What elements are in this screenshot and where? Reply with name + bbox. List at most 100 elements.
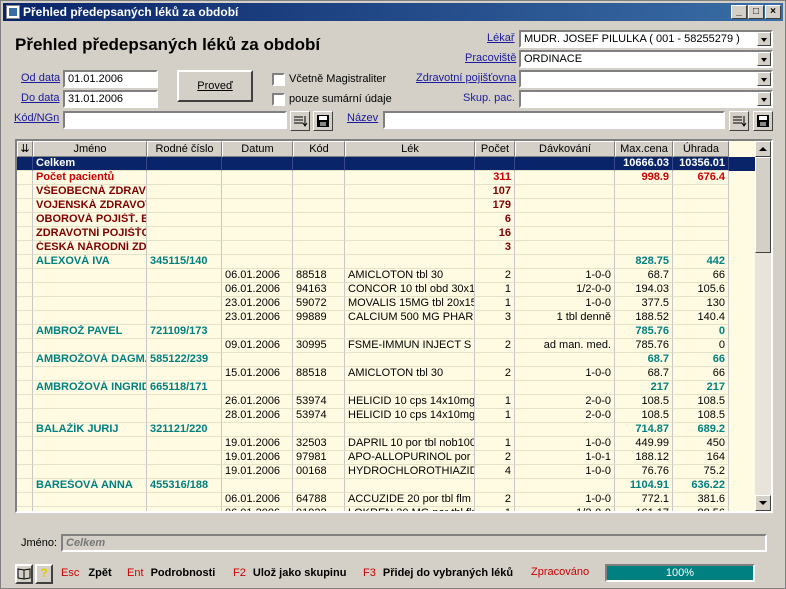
table-row[interactable]: AMBROŽ PAVEL 721109/173 785.76 0 [17,325,757,339]
vertical-scrollbar[interactable] [755,141,771,511]
jmeno-label: Jméno: [21,537,58,549]
cell-uhrada: 450 [673,437,729,451]
cell-jmeno: Počet pacientů [33,171,147,185]
summary-only-checkbox[interactable] [272,93,285,106]
chevron-down-icon[interactable] [757,72,771,86]
chevron-down-icon[interactable] [757,92,771,106]
scroll-thumb[interactable] [755,157,771,253]
table-row[interactable]: 23.01.200699889CALCIUM 500 MG PHARMA31 t… [17,311,757,325]
column-header-lek[interactable]: Lék [345,141,475,157]
f3-key: F3 [363,567,376,579]
table-row[interactable]: 06.01.2006 88518 AMICLOTON tbl 30 2 1-0-0 68.… [17,269,757,283]
chevron-down-icon[interactable] [757,52,771,66]
table-row[interactable]: BALAŽÍK JURIJ 321121/220 714.87 689.2 [17,423,757,437]
esc-shortcut[interactable]: Esc Zpět [61,564,112,584]
close-button[interactable]: × [765,5,781,19]
table-row[interactable]: ZDRAVOTNÍ POJIŠŤOVNA 16 [17,227,757,241]
kod-save-button[interactable] [313,111,333,131]
help-button[interactable]: ? [35,564,53,584]
column-header-uhrada[interactable]: Úhrada [673,141,729,157]
column-header-datum[interactable]: Datum [222,141,293,157]
maximize-button[interactable]: □ [748,5,764,19]
nazev-input[interactable] [383,111,725,129]
cell-pocet: 1 [475,297,515,311]
table-row[interactable]: VŠEOBECNÁ ZDRAVOTNÍ 107 [17,185,757,199]
table-row[interactable]: BAREŠOVÁ ANNA 455316/188 1104.91 636.22 [17,479,757,493]
column-header-jmeno[interactable]: Jméno [33,141,147,157]
column-header-rodne-cislo[interactable]: Rodné číslo [147,141,222,157]
f2-shortcut[interactable]: F2 Ulož jako skupinu [233,564,346,584]
nazev-list-button[interactable] [729,111,749,131]
cell-jmeno [33,409,147,423]
cell-jmeno [33,465,147,479]
pracoviste-select[interactable]: ORDINACE [519,50,773,68]
cell-davkovani: ad man. med. [515,339,615,353]
table-row[interactable]: 23.01.2006 59072 MOVALIS 15MG tbl 20x15 1 1-… [17,297,757,311]
table-row[interactable]: 19.01.2006 97981 APO-ALLOPURINOL por tbl 2 1… [17,451,757,465]
kod-list-button[interactable] [290,111,310,131]
cell-max-cena: 68.7 [615,367,673,381]
f3-shortcut[interactable]: F3 Přidej do vybraných léků [363,564,513,584]
table-row[interactable]: 26.01.2006 53974 HELICID 10 cps 14x10mg 1 2-… [17,395,757,409]
skup-select[interactable] [519,90,773,108]
drug-grid[interactable]: ⇊ Jméno Rodné číslo Datum Kód Lék Počet Dávková… [15,139,773,513]
book-button[interactable] [15,564,33,584]
do-data-input[interactable]: 31.01.2006 [63,90,158,108]
cell-pocet: 3 [475,311,515,325]
cell-davkovani [515,325,615,339]
kod-input[interactable] [63,111,287,129]
lekar-label: Lékař [487,32,515,44]
table-row[interactable]: AMBROŽOVÁ INGRID 665118/171 217 217 [17,381,757,395]
magistraliter-checkbox[interactable] [272,73,285,86]
lekar-select[interactable]: MUDR. JOSEF PILULKA ( 001 - 58255279 ) [519,30,773,48]
table-row[interactable]: Celkem 10666.03 10356.01 [17,157,757,171]
table-row[interactable]: AMBROŽOVÁ DAGMAR585122/239 68.766 [17,353,757,367]
proved-button[interactable]: Proveď [177,70,253,102]
cell-lek: ACCUZIDE 20 por tbl flm 30 [345,493,475,507]
row-indicator [17,353,33,367]
cell-davkovani: 1-0-0 [515,269,615,283]
table-row[interactable]: 19.01.2006 32503 DAPRIL 10 por tbl nob100 1… [17,437,757,451]
arrow-down-icon [759,501,767,505]
chevron-down-icon[interactable] [757,32,771,46]
scroll-down-button[interactable] [755,495,771,511]
ent-shortcut[interactable]: Ent Podrobnosti [127,564,215,584]
nazev-save-button[interactable] [753,111,773,131]
od-data-input[interactable]: 01.01.2006 [63,70,158,88]
pojistovna-select[interactable] [519,70,773,88]
table-row[interactable]: VOJENSKÁ ZDRAVOTNÍ 179 [17,199,757,213]
scroll-up-button[interactable] [755,141,771,157]
column-header-kod[interactable]: Kód [293,141,345,157]
row-indicator [17,479,33,493]
table-row[interactable]: 09.01.2006 30995 FSME-IMMUN INJECT S inj 2 a… [17,339,757,353]
cell-rodne-cislo [147,451,222,465]
table-row[interactable]: 06.01.2006 64788 ACCUZIDE 20 por tbl flm 3… [17,493,757,507]
table-row[interactable]: 28.01.2006 53974 HELICID 10 cps 14x10mg 1 2-… [17,409,757,423]
cell-datum: 06.01.2006 [222,269,293,283]
do-data-label: Do data [21,92,60,104]
cell-pocet: 1 [475,395,515,409]
sort-icon[interactable]: ⇊ [17,141,33,157]
table-row[interactable]: 06.01.2006 94163 CONCOR 10 tbl obd 30x10 1 1… [17,283,757,297]
column-header-pocet[interactable]: Počet [475,141,515,157]
minimize-button[interactable]: _ [731,5,747,19]
cell-jmeno [33,269,147,283]
column-header-max-cena[interactable]: Max.cena [615,141,673,157]
table-row[interactable]: OBOROVÁ POJIŠŤ. BAŇSKÁ 6 [17,213,757,227]
table-row[interactable]: 06.01.2006 91922 LOKREN 20 MG por tbl flm 1… [17,507,757,511]
table-row[interactable]: 15.01.2006 88518 AMICLOTON tbl 30 2 1-0-0 68.… [17,367,757,381]
cell-datum: 23.01.2006 [222,297,293,311]
cell-lek [345,185,475,199]
cell-lek: AMICLOTON tbl 30 [345,367,475,381]
magistraliter-label: Včetně Magistraliter [289,73,387,85]
table-row[interactable]: Počet pacientů 311 998.9 676.4 [17,171,757,185]
cell-rodne-cislo [147,171,222,185]
table-row[interactable]: ALEXOVÁ IVA 345115/140 828.75 442 [17,255,757,269]
table-row[interactable]: ČESKÁ NÁRODNÍ ZDRAVOTNÍ 3 [17,241,757,255]
cell-lek [345,171,475,185]
table-row[interactable]: 19.01.2006 00168 HYDROCHLOROTHIAZID 4 1-0-0 7… [17,465,757,479]
cell-uhrada: 164 [673,451,729,465]
cell-pocet: 311 [475,171,515,185]
cell-pocet: 3 [475,241,515,255]
column-header-davkovani[interactable]: Dávkování [515,141,615,157]
